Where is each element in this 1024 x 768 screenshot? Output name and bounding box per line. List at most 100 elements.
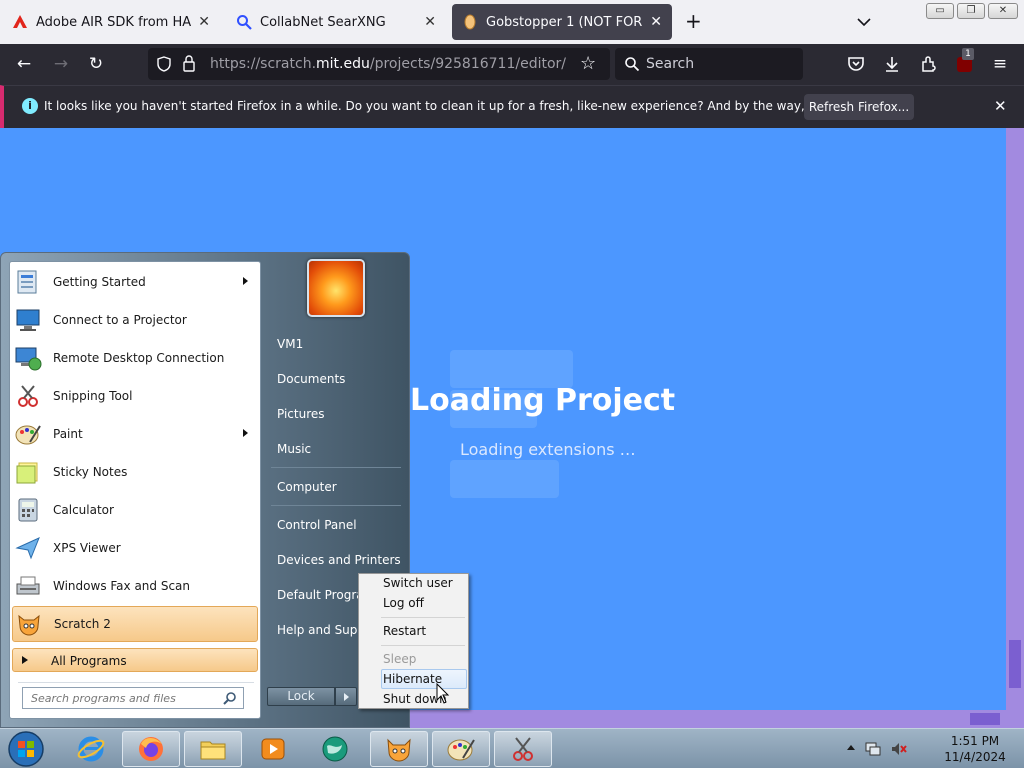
start-item-pictures[interactable]: Pictures bbox=[277, 407, 325, 421]
notification-bar: i It looks like you haven't started Fire… bbox=[0, 85, 1024, 128]
tab-searxng[interactable]: CollabNet SearXNG ✕ bbox=[226, 4, 446, 40]
switch-user-item[interactable]: Switch user bbox=[383, 576, 453, 590]
program-paint[interactable]: Paint bbox=[12, 416, 258, 452]
search-icon[interactable] bbox=[223, 691, 237, 705]
program-sticky-notes[interactable]: Sticky Notes bbox=[12, 454, 258, 490]
url-bar[interactable]: https://scratch.mit.edu/projects/9258167… bbox=[148, 48, 610, 80]
start-item-music[interactable]: Music bbox=[277, 442, 311, 456]
url-domain: mit.edu bbox=[316, 56, 370, 72]
taskbar-snipping-tool[interactable] bbox=[494, 731, 552, 767]
firefox-icon bbox=[139, 737, 163, 761]
menu-icon[interactable]: ≡ bbox=[990, 54, 1010, 74]
start-item-control-panel[interactable]: Control Panel bbox=[277, 518, 357, 532]
reload-icon[interactable]: ↻ bbox=[86, 54, 106, 74]
vertical-scrollbar[interactable] bbox=[1006, 128, 1024, 710]
back-icon[interactable]: ← bbox=[14, 54, 34, 74]
log-off-item[interactable]: Log off bbox=[383, 596, 424, 610]
windows-start-button[interactable] bbox=[6, 730, 46, 768]
program-remote-desktop[interactable]: Remote Desktop Connection bbox=[12, 340, 258, 376]
url-text[interactable]: https://scratch.mit.edu/projects/9258167… bbox=[210, 56, 566, 72]
scroll-thumb[interactable] bbox=[970, 713, 1000, 725]
restore-button[interactable]: ❐ bbox=[957, 3, 985, 19]
program-connect-projector[interactable]: Connect to a Projector bbox=[12, 302, 258, 338]
user-avatar[interactable] bbox=[307, 259, 365, 317]
close-icon[interactable]: ✕ bbox=[994, 97, 1007, 115]
new-tab-button[interactable]: + bbox=[685, 11, 702, 31]
network-icon[interactable] bbox=[864, 740, 882, 758]
start-item-documents[interactable]: Documents bbox=[277, 372, 345, 386]
clock-date: 11/4/2024 bbox=[944, 750, 1006, 764]
download-icon[interactable] bbox=[882, 54, 902, 74]
xps-viewer-icon bbox=[15, 537, 40, 560]
close-tab-icon[interactable]: ✕ bbox=[198, 14, 210, 30]
taskbar-internet-explorer[interactable] bbox=[62, 731, 120, 767]
program-label: XPS Viewer bbox=[53, 541, 121, 555]
extension-badge: 1 bbox=[962, 48, 974, 60]
program-calculator[interactable]: Calculator bbox=[12, 492, 258, 528]
search-placeholder: Search bbox=[646, 56, 695, 72]
taskbar-paint[interactable] bbox=[432, 731, 490, 767]
start-item-devices-printers[interactable]: Devices and Printers bbox=[277, 553, 401, 567]
tab-adobe-air[interactable]: Adobe AIR SDK from HARMAN ✕ bbox=[2, 4, 220, 40]
power-options-arrow[interactable] bbox=[335, 687, 357, 706]
taskbar-file-explorer[interactable] bbox=[184, 731, 242, 767]
search-icon bbox=[237, 15, 252, 30]
mouse-cursor-icon bbox=[436, 683, 450, 704]
internet-explorer-icon bbox=[77, 736, 105, 762]
search-input[interactable]: Search bbox=[615, 48, 803, 80]
start-search-input[interactable]: Search programs and files bbox=[22, 687, 244, 709]
getting-started-icon bbox=[17, 270, 37, 294]
submenu-arrow-icon bbox=[243, 429, 248, 437]
fax-scan-icon bbox=[16, 576, 40, 595]
taskbar-globe-app[interactable] bbox=[306, 731, 364, 767]
lock-button[interactable]: Lock bbox=[267, 687, 335, 706]
show-hidden-icons-icon[interactable] bbox=[847, 745, 855, 750]
minimize-button[interactable]: ▭ bbox=[926, 3, 954, 19]
lock-icon[interactable] bbox=[182, 55, 196, 72]
clock-time: 1:51 PM bbox=[950, 734, 1000, 748]
volume-muted-icon[interactable] bbox=[890, 740, 908, 758]
url-prefix: https://scratch. bbox=[210, 56, 317, 72]
bookmark-star-icon[interactable]: ☆ bbox=[580, 53, 596, 74]
app-globe-icon bbox=[322, 736, 348, 762]
all-programs-button[interactable]: All Programs bbox=[12, 648, 258, 672]
loading-title: Loading Project bbox=[410, 383, 676, 418]
tab-gobstopper[interactable]: Gobstopper 1 (NOT FOR KIDS!) ✕ bbox=[452, 4, 672, 40]
pocket-icon[interactable] bbox=[846, 54, 866, 74]
url-path: /projects/925816711/editor/ bbox=[369, 56, 566, 72]
program-scratch-2[interactable]: Scratch 2 bbox=[12, 606, 258, 642]
divider bbox=[271, 505, 401, 506]
chevron-down-icon[interactable] bbox=[856, 14, 872, 30]
refresh-firefox-button[interactable]: Refresh Firefox... bbox=[804, 94, 914, 120]
taskbar-media-player[interactable] bbox=[244, 731, 302, 767]
program-snipping-tool[interactable]: Snipping Tool bbox=[12, 378, 258, 414]
taskbar-scratch[interactable] bbox=[370, 731, 428, 767]
program-label: Connect to a Projector bbox=[53, 313, 187, 327]
close-window-button[interactable]: ✕ bbox=[988, 3, 1018, 19]
start-item-user-folder[interactable]: VM1 bbox=[277, 337, 303, 351]
program-getting-started[interactable]: Getting Started bbox=[12, 264, 258, 300]
close-tab-icon[interactable]: ✕ bbox=[650, 14, 662, 30]
forward-icon[interactable]: → bbox=[51, 54, 71, 74]
shield-icon[interactable] bbox=[156, 56, 172, 72]
scroll-thumb[interactable] bbox=[1009, 640, 1021, 688]
horizontal-scrollbar[interactable] bbox=[410, 710, 1024, 728]
snipping-tool-icon bbox=[18, 385, 38, 407]
close-tab-icon[interactable]: ✕ bbox=[424, 14, 436, 30]
program-fax-scan[interactable]: Windows Fax and Scan bbox=[12, 568, 258, 604]
divider bbox=[381, 645, 465, 646]
paint-icon bbox=[447, 739, 475, 761]
notification-message: It looks like you haven't started Firefo… bbox=[44, 99, 900, 113]
taskbar-firefox[interactable] bbox=[122, 731, 180, 767]
extensions-icon[interactable] bbox=[919, 54, 939, 74]
hibernate-item[interactable]: Hibernate bbox=[383, 672, 442, 686]
system-clock[interactable]: 1:51 PM 11/4/2024 bbox=[935, 733, 1015, 765]
start-item-computer[interactable]: Computer bbox=[277, 480, 337, 494]
ublock-extension-icon[interactable]: 1 bbox=[955, 48, 975, 74]
program-xps-viewer[interactable]: XPS Viewer bbox=[12, 530, 258, 566]
restart-item[interactable]: Restart bbox=[383, 624, 426, 638]
info-icon: i bbox=[22, 98, 38, 114]
program-label: Getting Started bbox=[53, 275, 146, 289]
start-menu: Getting Started Connect to a Projector R… bbox=[0, 252, 410, 728]
sleep-item: Sleep bbox=[383, 652, 417, 666]
